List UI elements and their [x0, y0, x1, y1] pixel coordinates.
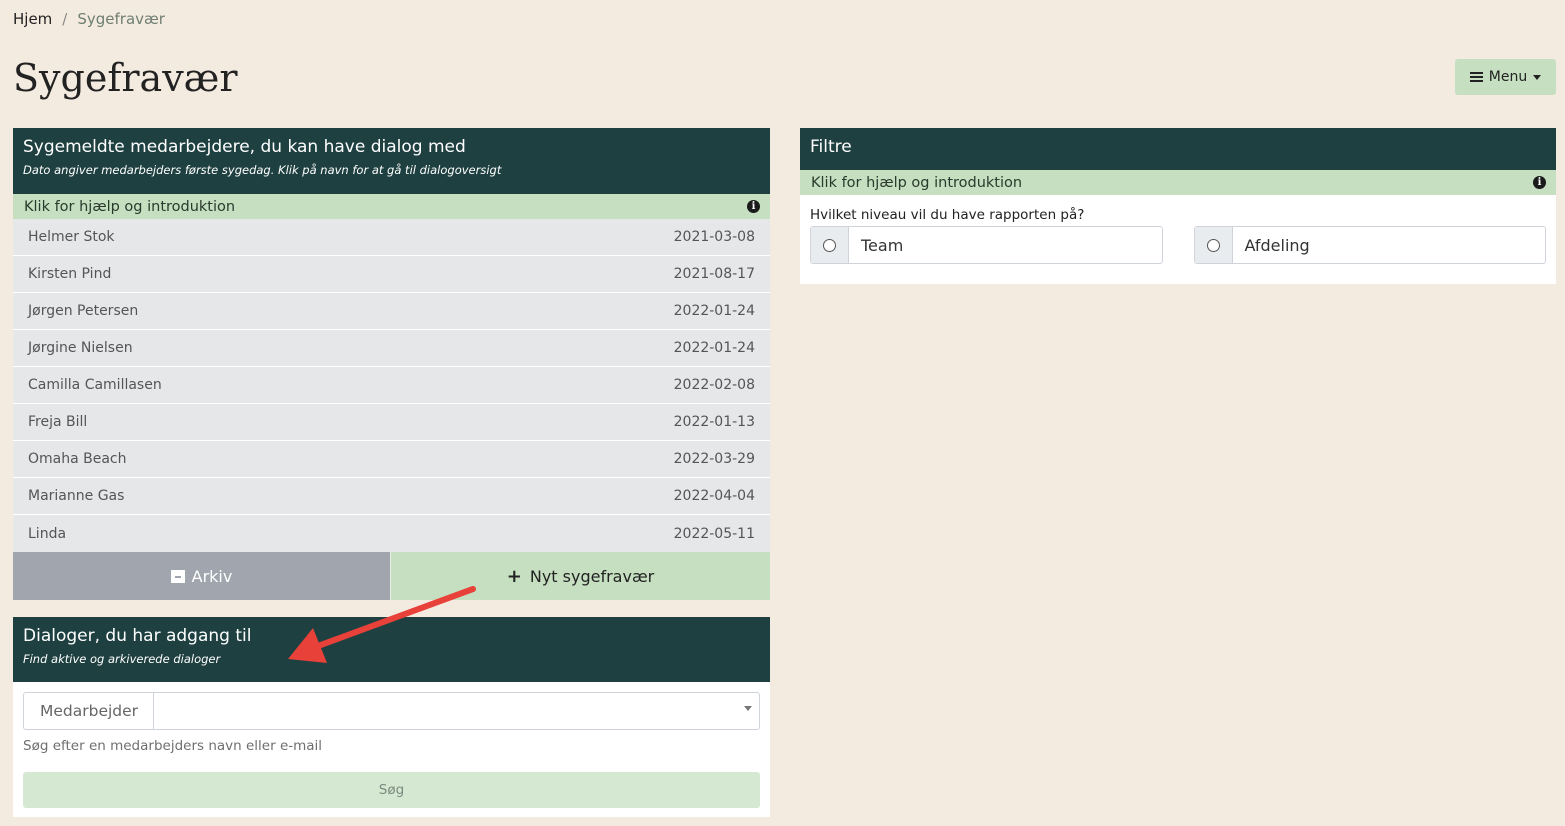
sick-panel-title: Sygemeldte medarbejdere, du kan have dia…: [23, 137, 466, 157]
sick-panel-header: Sygemeldte medarbejdere, du kan have dia…: [13, 128, 770, 194]
employee-row[interactable]: Helmer Stok 2021-03-08: [13, 219, 770, 256]
archive-icon: [170, 569, 185, 583]
employee-row[interactable]: Marianne Gas 2022-04-04: [13, 478, 770, 515]
filters-panel-header: Filtre: [800, 128, 1556, 170]
radio-label-team: Team: [861, 235, 904, 255]
radio-option-team[interactable]: Team: [810, 226, 1163, 264]
employee-first-sick-date: 2022-02-08: [673, 377, 755, 393]
chevron-down-icon: [744, 706, 752, 711]
employee-row[interactable]: Jørgen Petersen 2022-01-24: [13, 293, 770, 330]
sick-panel-help-bar[interactable]: Klik for hjælp og introduktion i: [13, 194, 770, 219]
employee-row[interactable]: Jørgine Nielsen 2022-01-24: [13, 330, 770, 367]
radio-box: [1194, 227, 1233, 263]
dialogs-panel-header: Dialoger, du har adgang til Find aktive …: [13, 617, 770, 682]
employee-name[interactable]: Freja Bill: [28, 414, 87, 430]
dialogs-panel-body: Medarbejder Søg efter en medarbejders na…: [13, 682, 770, 817]
employee-first-sick-date: 2021-08-17: [673, 266, 755, 282]
employee-name[interactable]: Helmer Stok: [28, 229, 115, 245]
archive-button-label: Arkiv: [191, 566, 233, 586]
employee-first-sick-date: 2022-01-13: [673, 414, 755, 430]
employee-first-sick-date: 2022-03-29: [673, 451, 755, 467]
menu-button-label: Menu: [1488, 69, 1528, 85]
employee-list: Helmer Stok 2021-03-08 Kirsten Pind 2021-08…: [13, 219, 770, 552]
caret-down-icon: [1533, 74, 1542, 80]
employee-first-sick-date: 2021-03-08: [673, 229, 755, 245]
help-bar-label: Klik for hjælp og introduktion: [24, 198, 236, 215]
radio-box: [811, 227, 849, 263]
page-title: Sygefravær: [13, 56, 238, 100]
employee-first-sick-date: 2022-01-24: [673, 340, 755, 356]
employee-search-hint: Søg efter en medarbejders navn eller e-m…: [23, 738, 323, 754]
employee-row[interactable]: Freja Bill 2022-01-13: [13, 404, 770, 441]
employee-name[interactable]: Kirsten Pind: [28, 266, 111, 282]
employee-row[interactable]: Omaha Beach 2022-03-29: [13, 441, 770, 478]
dialogs-panel-title: Dialoger, du har adgang til: [23, 626, 252, 646]
filters-panel-title: Filtre: [810, 137, 852, 157]
breadcrumb-separator: /: [62, 10, 68, 28]
employee-name[interactable]: Jørgen Petersen: [28, 303, 138, 319]
archive-button[interactable]: Arkiv: [13, 552, 390, 600]
report-level-question: Hvilket niveau vil du have rapporten på?: [810, 207, 1085, 223]
employee-name[interactable]: Marianne Gas: [28, 488, 124, 504]
employee-addon-label: Medarbejder: [24, 693, 154, 729]
plus-icon: +: [506, 565, 522, 587]
radio-button[interactable]: [823, 238, 836, 252]
radio-button[interactable]: [1206, 238, 1220, 252]
new-sick-leave-button[interactable]: + Nyt sygefravær: [390, 552, 770, 600]
breadcrumb-home-link[interactable]: Hjem: [13, 10, 52, 28]
search-button[interactable]: Søg: [23, 772, 760, 808]
employee-name[interactable]: Linda: [28, 526, 66, 542]
sick-panel-actions: Arkiv + Nyt sygefravær: [13, 552, 770, 600]
filters-panel: Filtre Klik for hjælp og introduktion i …: [800, 128, 1556, 284]
sick-employees-panel: Sygemeldte medarbejdere, du kan have dia…: [13, 128, 770, 600]
employee-name[interactable]: Jørgine Nielsen: [28, 340, 133, 356]
filters-help-label: Klik for hjælp og introduktion: [811, 174, 1023, 191]
menu-button[interactable]: Menu: [1455, 59, 1556, 95]
employee-row[interactable]: Camilla Camillasen 2022-02-08: [13, 367, 770, 404]
list-icon: [1469, 72, 1483, 82]
employee-row[interactable]: Linda 2022-05-11: [13, 515, 770, 552]
employee-name[interactable]: Omaha Beach: [28, 451, 127, 467]
employee-input-group: Medarbejder: [23, 692, 760, 730]
employee-first-sick-date: 2022-05-11: [673, 525, 755, 542]
breadcrumb: Hjem / Sygefravær: [13, 10, 165, 28]
employee-select[interactable]: [154, 693, 759, 729]
info-icon: i: [747, 200, 760, 213]
employee-name[interactable]: Camilla Camillasen: [28, 377, 162, 393]
radio-label-afdeling: Afdeling: [1244, 235, 1310, 255]
employee-first-sick-date: 2022-01-24: [673, 303, 755, 319]
sick-panel-subtitle: Dato angiver medarbejders første sygedag…: [23, 163, 502, 177]
dialogs-panel: Dialoger, du har adgang til Find aktive …: [13, 617, 770, 817]
employee-first-sick-date: 2022-04-04: [673, 488, 755, 504]
filters-help-bar[interactable]: Klik for hjælp og introduktion i: [800, 170, 1556, 195]
info-icon: i: [1533, 176, 1546, 189]
dialogs-panel-subtitle: Find aktive og arkiverede dialoger: [23, 652, 221, 666]
breadcrumb-current: Sygefravær: [77, 10, 165, 28]
employee-row[interactable]: Kirsten Pind 2021-08-17: [13, 256, 770, 293]
new-sick-leave-label: Nyt sygefravær: [529, 566, 655, 586]
report-level-options: Team Afdeling: [810, 226, 1546, 264]
radio-option-afdeling[interactable]: Afdeling: [1193, 226, 1546, 264]
filters-body: Hvilket niveau vil du have rapporten på?…: [800, 195, 1556, 284]
